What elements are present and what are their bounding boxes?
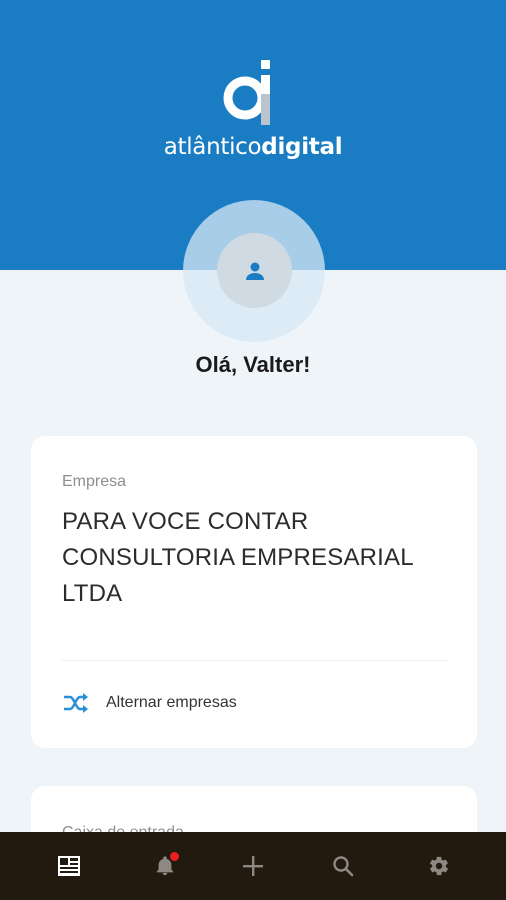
nav-dashboard[interactable] xyxy=(24,832,114,900)
company-card: Empresa PARA VOCE CONTAR CONSULTORIA EMP… xyxy=(31,436,477,748)
company-name: PARA VOCE CONTAR CONSULTORIA EMPRESARIAL… xyxy=(62,508,413,607)
switch-company-label: Alternar empresas xyxy=(106,694,237,711)
switch-company-button[interactable]: Alternar empresas xyxy=(62,688,237,718)
gear-icon xyxy=(430,856,448,876)
search-icon xyxy=(333,856,354,877)
brand-logo: atlânticodigital xyxy=(0,58,506,160)
nav-add[interactable] xyxy=(208,832,298,900)
shuffle-icon xyxy=(64,693,88,713)
company-label: Empresa xyxy=(62,473,127,490)
nav-search[interactable] xyxy=(298,832,388,900)
ai-monogram-logo-icon xyxy=(223,60,270,125)
greeting-text: Olá, Valter! xyxy=(195,352,311,377)
avatar[interactable] xyxy=(217,233,292,308)
dashboard-icon xyxy=(58,856,80,876)
nav-notifications[interactable] xyxy=(120,832,210,900)
bottom-navigation xyxy=(0,832,506,900)
card-divider xyxy=(62,660,447,661)
person-icon xyxy=(245,262,264,280)
brand-wordmark: atlânticodigital xyxy=(163,134,343,160)
nav-settings[interactable] xyxy=(394,832,484,900)
plus-icon xyxy=(243,856,263,876)
notification-badge xyxy=(170,852,179,861)
